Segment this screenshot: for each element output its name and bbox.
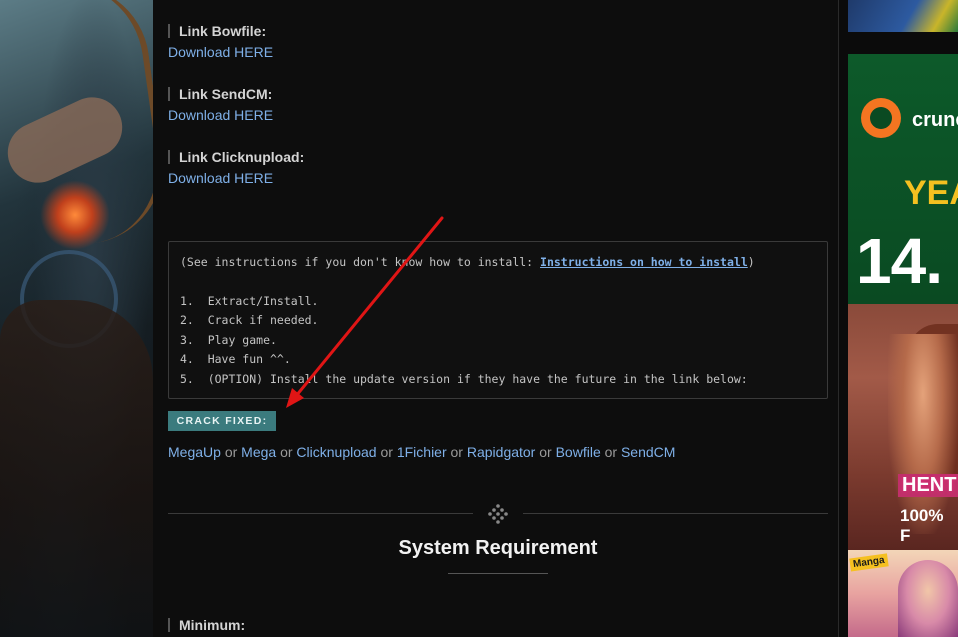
ad-character-figure — [888, 334, 958, 534]
ad-manga-banner[interactable]: Manga — [848, 550, 958, 637]
ad-banner-top[interactable] — [848, 0, 958, 32]
mirror-link-sendcm[interactable]: SendCM — [621, 444, 675, 460]
ad-brand-text: crunc — [912, 109, 958, 131]
sidebar-divider — [838, 0, 839, 637]
separator: or — [539, 444, 552, 460]
manga-logo: Manga — [849, 553, 889, 572]
divider-line-left — [168, 513, 473, 514]
separator: or — [280, 444, 293, 460]
mirror-links: MegaUp or Mega or Clicknupload or 1Fichi… — [168, 444, 675, 460]
diamond-ornament-icon — [488, 504, 508, 524]
mirror-link-1fichier[interactable]: 1Fichier — [397, 444, 447, 460]
mirror-link-rapidgator[interactable]: Rapidgator — [467, 444, 536, 460]
sidebar-ads: crunc YEA 14. HENT 100% F Manga — [848, 0, 958, 637]
crack-fixed-badge: CRACK FIXED: — [168, 411, 276, 431]
ad-manga-character — [898, 560, 958, 637]
separator: or — [450, 444, 463, 460]
minimum-heading: Minimum: — [168, 618, 245, 632]
section-title: System Requirement — [398, 537, 598, 559]
ad-year-text: YEA — [904, 174, 958, 212]
crunchyroll-logo-icon — [861, 98, 901, 138]
ad-title-text: HENT — [898, 474, 958, 497]
mirror-link-megaup[interactable]: MegaUp — [168, 444, 221, 460]
ad-crunchyroll[interactable]: crunc YEA 14. — [848, 54, 958, 304]
title-underline — [448, 573, 548, 574]
mirror-link-mega[interactable]: Mega — [241, 444, 276, 460]
separator: or — [380, 444, 393, 460]
separator: or — [224, 444, 238, 460]
ad-subtitle-text: 100% F — [900, 506, 944, 545]
ad-price-text: 14. — [856, 225, 943, 297]
mirror-link-bowfile[interactable]: Bowfile — [556, 444, 601, 460]
separator: or — [604, 444, 618, 460]
mirror-link-clicknupload[interactable]: Clicknupload — [296, 444, 376, 460]
divider-line-right — [523, 513, 828, 514]
ad-game-banner[interactable]: HENT 100% F — [848, 304, 958, 550]
